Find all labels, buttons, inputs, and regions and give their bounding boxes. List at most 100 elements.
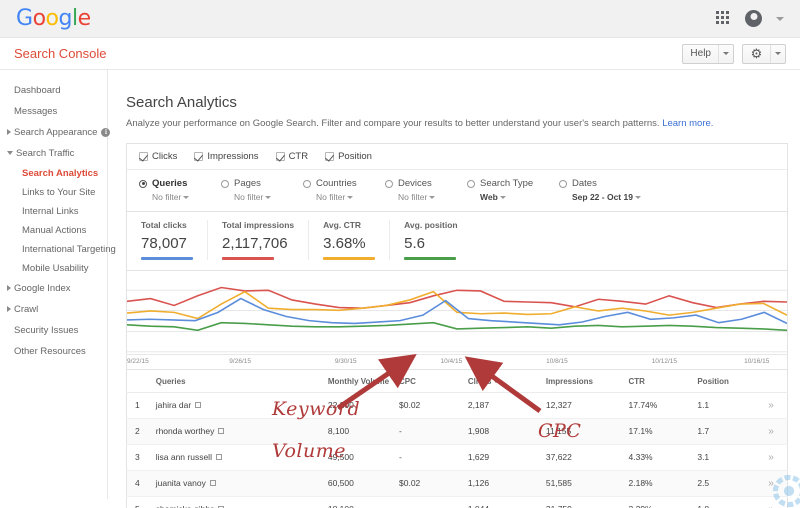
external-link-icon[interactable] bbox=[210, 480, 216, 486]
radio-icon[interactable] bbox=[221, 180, 229, 188]
sidebar-item-label: Messages bbox=[14, 106, 57, 117]
total-label: Avg. CTR bbox=[323, 220, 375, 230]
account-avatar-icon[interactable] bbox=[745, 10, 762, 27]
table-row[interactable]: 5shamicka gibbs18,100-1,04431,7593.29%1.… bbox=[127, 496, 788, 508]
help-button[interactable]: Help bbox=[682, 44, 734, 64]
dimension-devices[interactable]: Devices No filter bbox=[385, 178, 467, 202]
apps-grid-icon[interactable] bbox=[716, 11, 731, 26]
query-text: jahira dar bbox=[156, 400, 191, 410]
sidebar-item-crawl[interactable]: Crawl bbox=[0, 299, 107, 320]
checkbox-impressions[interactable]: Impressions bbox=[194, 151, 258, 162]
table-row[interactable]: 2rhonda worthey8,100-1,90811,15517.1%1.7… bbox=[127, 418, 788, 444]
column-header-monthly-volume[interactable]: Monthly Volume bbox=[324, 370, 395, 393]
dimension-filter-dropdown[interactable]: No filter bbox=[316, 192, 385, 202]
chevron-double-right-icon[interactable]: » bbox=[768, 452, 772, 463]
radio-icon[interactable] bbox=[559, 180, 567, 188]
sidebar-item-international-targeting[interactable]: International Targeting bbox=[0, 240, 107, 259]
check-icon bbox=[194, 152, 203, 161]
dimension-queries[interactable]: Queries No filter bbox=[139, 178, 221, 202]
chevron-double-right-icon[interactable]: » bbox=[768, 504, 772, 508]
dimension-label: Countries bbox=[316, 178, 357, 189]
learn-more-link[interactable]: Learn more. bbox=[662, 118, 713, 129]
sidebar-subitem-label: International Targeting bbox=[22, 244, 116, 255]
table-row[interactable]: 3lisa ann russell49,500-1,62937,6224.33%… bbox=[127, 444, 788, 470]
dimension-row: Queries No filter Pages No filter Countr… bbox=[127, 170, 787, 211]
info-icon[interactable]: i bbox=[101, 128, 110, 137]
dimension-filter-dropdown[interactable]: Sep 22 - Oct 19 bbox=[572, 192, 659, 202]
sidebar-item-internal-links[interactable]: Internal Links bbox=[0, 202, 107, 221]
help-dropdown-arrow[interactable] bbox=[718, 45, 733, 63]
sidebar-item-label: Search Appearance bbox=[14, 127, 97, 138]
dimension-pages[interactable]: Pages No filter bbox=[221, 178, 303, 202]
column-header-cpc[interactable]: CPC bbox=[395, 370, 464, 393]
chevron-double-right-icon[interactable]: » bbox=[768, 426, 772, 437]
row-expand[interactable]: » bbox=[753, 470, 787, 496]
sidebar: Dashboard Messages Search Appearance i Se… bbox=[0, 70, 108, 499]
total-value: 3.68% bbox=[323, 235, 375, 252]
external-link-icon[interactable] bbox=[218, 506, 224, 508]
row-expand[interactable]: » bbox=[753, 418, 787, 444]
total-color-bar bbox=[141, 257, 193, 260]
checkbox-position[interactable]: Position bbox=[325, 151, 372, 162]
sidebar-item-search-appearance[interactable]: Search Appearance i bbox=[0, 122, 107, 143]
dimension-label: Dates bbox=[572, 178, 597, 189]
row-position: 2.5 bbox=[693, 470, 753, 496]
console-actions: Help ⚙ bbox=[682, 44, 786, 64]
checkbox-ctr[interactable]: CTR bbox=[276, 151, 309, 162]
radio-icon[interactable] bbox=[467, 180, 475, 188]
table-row[interactable]: 4juanita vanoy60,500$0.021,12651,5852.18… bbox=[127, 470, 788, 496]
dimension-filter-dropdown[interactable]: No filter bbox=[234, 192, 303, 202]
sidebar-item-search-analytics[interactable]: Search Analytics bbox=[0, 164, 107, 183]
radio-icon[interactable] bbox=[139, 180, 147, 188]
row-expand[interactable]: » bbox=[753, 392, 787, 418]
filter-panel: Clicks Impressions CTR Position Queries bbox=[126, 143, 788, 212]
radio-icon[interactable] bbox=[385, 180, 393, 188]
row-expand[interactable]: » bbox=[753, 444, 787, 470]
external-link-icon[interactable] bbox=[216, 454, 222, 460]
column-header-ctr[interactable]: CTR bbox=[625, 370, 694, 393]
settings-dropdown-arrow[interactable] bbox=[770, 45, 785, 63]
external-link-icon[interactable] bbox=[218, 428, 224, 434]
table-row[interactable]: 1jahira dar22,200$0.022,18712,32717.74%1… bbox=[127, 392, 788, 418]
sidebar-item-manual-actions[interactable]: Manual Actions bbox=[0, 221, 107, 240]
chevron-down-icon[interactable] bbox=[776, 17, 784, 21]
row-expand[interactable]: » bbox=[753, 496, 787, 508]
x-axis-tick-label: 9/26/15 bbox=[229, 358, 251, 365]
column-header-position[interactable]: Position bbox=[693, 370, 753, 393]
chevron-double-right-icon[interactable]: » bbox=[768, 478, 772, 489]
sidebar-item-dashboard[interactable]: Dashboard bbox=[0, 80, 107, 101]
x-axis-tick-label: 10/12/15 bbox=[652, 358, 677, 365]
dimension-filter-dropdown[interactable]: No filter bbox=[152, 192, 221, 202]
row-clicks: 1,629 bbox=[464, 444, 542, 470]
column-header-impressions[interactable]: Impressions bbox=[542, 370, 625, 393]
checkbox-clicks[interactable]: Clicks bbox=[139, 151, 177, 162]
sidebar-item-links-to-your-site[interactable]: Links to Your Site bbox=[0, 183, 107, 202]
column-header-queries[interactable]: Queries bbox=[152, 370, 324, 393]
row-query: shamicka gibbs bbox=[152, 496, 324, 508]
chevron-double-right-icon[interactable]: » bbox=[768, 400, 772, 411]
sidebar-item-security-issues[interactable]: Security Issues bbox=[0, 320, 107, 341]
sidebar-item-google-index[interactable]: Google Index bbox=[0, 278, 107, 299]
radio-icon[interactable] bbox=[303, 180, 311, 188]
sidebar-subitem-label: Manual Actions bbox=[22, 225, 86, 236]
x-axis-tick-label: 9/22/15 bbox=[127, 358, 149, 365]
sidebar-item-messages[interactable]: Messages bbox=[0, 101, 107, 122]
dimension-countries[interactable]: Countries No filter bbox=[303, 178, 385, 202]
settings-button[interactable]: ⚙ bbox=[742, 44, 786, 64]
sidebar-item-other-resources[interactable]: Other Resources bbox=[0, 341, 107, 362]
chevron-down-icon bbox=[500, 196, 506, 199]
totals-summary: Total clicks 78,007 Total impressions 2,… bbox=[126, 212, 788, 271]
column-header-clicks[interactable]: Clicks bbox=[464, 370, 542, 393]
row-clicks: 2,187 bbox=[464, 392, 542, 418]
dimension-filter-dropdown[interactable]: No filter bbox=[398, 192, 467, 202]
sidebar-item-search-traffic[interactable]: Search Traffic bbox=[0, 143, 107, 164]
sidebar-item-label: Dashboard bbox=[14, 85, 60, 96]
dimension-dates[interactable]: Dates Sep 22 - Oct 19 bbox=[559, 178, 659, 202]
checkbox-label: Position bbox=[338, 151, 372, 162]
dimension-search-type[interactable]: Search Type Web bbox=[467, 178, 559, 202]
external-link-icon[interactable] bbox=[195, 402, 201, 408]
sidebar-item-mobile-usability[interactable]: Mobile Usability bbox=[0, 259, 107, 278]
dimension-label: Queries bbox=[152, 178, 187, 189]
sidebar-item-label: Google Index bbox=[14, 283, 71, 294]
dimension-filter-dropdown[interactable]: Web bbox=[480, 192, 559, 202]
